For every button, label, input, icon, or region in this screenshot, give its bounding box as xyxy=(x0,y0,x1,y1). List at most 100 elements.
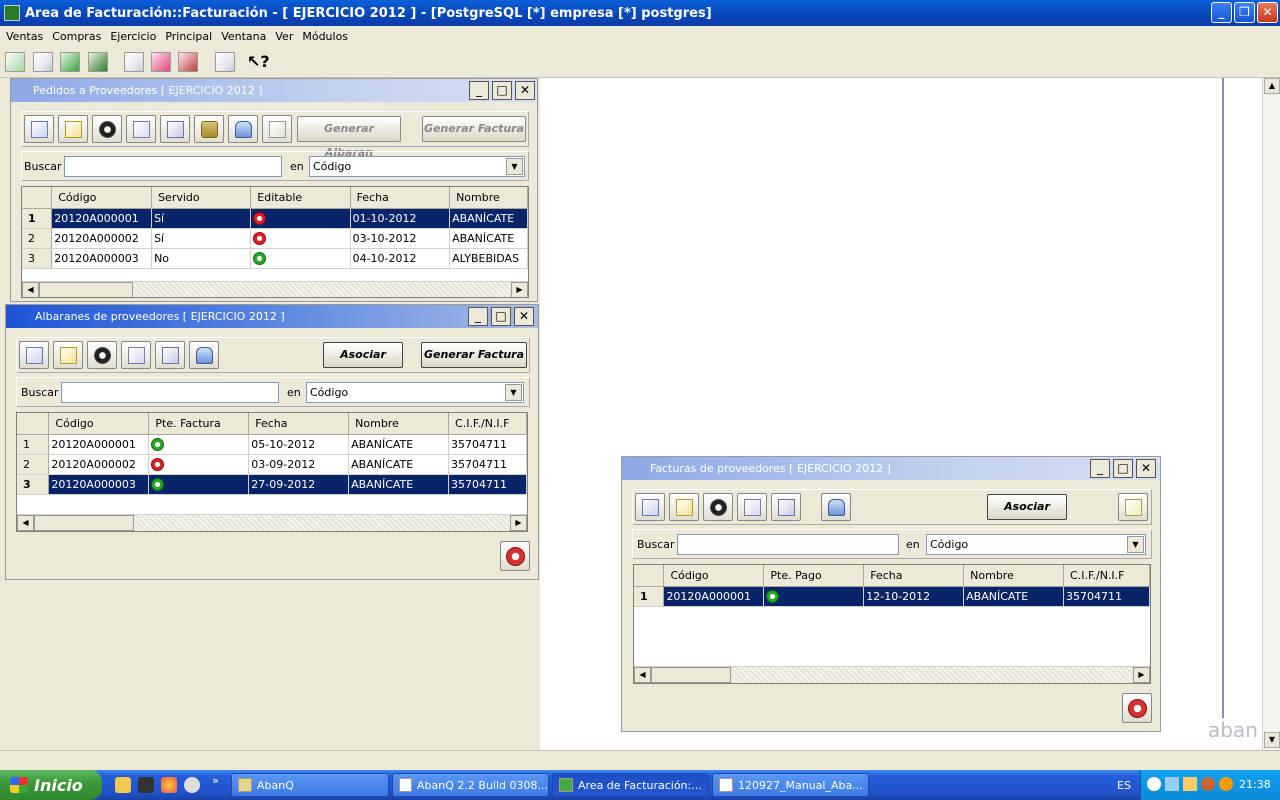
print-button[interactable] xyxy=(228,115,258,143)
facturas-title-bar[interactable]: Facturas de proveedores [ EJERCICIO 2012… xyxy=(622,457,1160,480)
network-icon[interactable] xyxy=(1165,777,1179,791)
cell-fecha[interactable]: 12-10-2012 xyxy=(863,586,965,607)
cell-nombre[interactable]: ABANÍCATE xyxy=(449,228,528,249)
delete-record-button[interactable] xyxy=(87,341,117,369)
cell-pte[interactable] xyxy=(148,434,250,455)
row-number[interactable]: 2 xyxy=(22,228,53,249)
chart-document-icon[interactable] xyxy=(88,52,108,72)
column-header[interactable]: Fecha xyxy=(863,565,965,587)
restore-button[interactable]: ❐ xyxy=(1234,2,1255,23)
albaranes-close-form-button[interactable] xyxy=(500,541,530,571)
view-record-button[interactable] xyxy=(121,341,151,369)
pedidos-search-input[interactable] xyxy=(64,156,282,177)
cell-nombre[interactable]: ABANÍCATE xyxy=(449,208,528,229)
column-header[interactable]: Fecha xyxy=(350,187,451,209)
cell-codigo[interactable]: 20120A000001 xyxy=(48,434,150,455)
tray-app-icon[interactable] xyxy=(1183,777,1197,791)
facturas-search-input[interactable] xyxy=(677,534,899,555)
facturas-field-select[interactable]: Código ▼ xyxy=(926,534,1146,555)
pedidos-hscrollbar[interactable]: ◀ ▶ xyxy=(22,281,528,297)
column-header[interactable]: Pte. Pago xyxy=(763,565,865,587)
generar-factura-button[interactable]: Generar Factura xyxy=(422,116,526,142)
copy-record-button[interactable] xyxy=(155,341,185,369)
column-header[interactable]: Código xyxy=(663,565,765,587)
cell-fecha[interactable]: 05-10-2012 xyxy=(248,434,350,455)
table-row[interactable]: 1 20120A000001 05-10-2012 ABANÍCATE 35704711 xyxy=(17,434,527,455)
column-header[interactable]: Fecha xyxy=(248,413,350,435)
pedidos-maximize-button[interactable]: □ xyxy=(492,81,512,100)
page-button[interactable] xyxy=(262,115,292,143)
table-row[interactable]: 3 20120A000003 No 04-10-2012 ALYBEBIDAS xyxy=(22,248,528,269)
menu-principal[interactable]: Principal xyxy=(165,30,212,43)
scroll-left-icon[interactable]: ◀ xyxy=(17,515,34,531)
cell-editable[interactable] xyxy=(250,228,351,249)
print-button[interactable] xyxy=(821,493,851,521)
cell-pte[interactable] xyxy=(148,474,250,495)
row-number[interactable]: 2 xyxy=(17,454,50,475)
cell-codigo[interactable]: 20120A000003 xyxy=(48,474,150,495)
row-number[interactable]: 1 xyxy=(634,586,665,607)
scroll-right-icon[interactable]: ▶ xyxy=(511,282,528,297)
new-record-button[interactable] xyxy=(24,115,54,143)
cell-cif[interactable]: 35704711 xyxy=(448,474,527,495)
row-number[interactable]: 3 xyxy=(22,248,53,269)
tray-app-icon[interactable] xyxy=(1201,777,1215,791)
terminal-icon[interactable] xyxy=(138,777,154,793)
cell-fecha[interactable]: 27-09-2012 xyxy=(248,474,350,495)
facturas-minimize-button[interactable]: _ xyxy=(1090,459,1110,478)
pink-cube-icon[interactable] xyxy=(151,52,171,72)
cell-nombre[interactable]: ALYBEBIDAS xyxy=(449,248,528,269)
albaranes-table[interactable]: Código Pte. Factura Fecha Nombre C.I.F./… xyxy=(16,412,528,532)
generar-factura-button[interactable]: Generar Factura xyxy=(421,342,527,368)
scroll-thumb[interactable] xyxy=(34,515,134,531)
green-document-icon[interactable] xyxy=(5,52,25,72)
pedidos-table[interactable]: Código Servido Editable Fecha Nombre 1 20… xyxy=(21,186,529,298)
albaranes-minimize-button[interactable]: _ xyxy=(468,307,488,326)
tray-expand-icon[interactable] xyxy=(1147,777,1161,791)
new-record-button[interactable] xyxy=(635,493,665,521)
vertical-scrollbar[interactable]: ▲ ▼ xyxy=(1262,78,1280,750)
cell-codigo[interactable]: 20120A000001 xyxy=(51,208,153,229)
minimize-button[interactable]: _ xyxy=(1211,2,1232,23)
cell-nombre[interactable]: ABANÍCATE xyxy=(963,586,1065,607)
albaranes-close-button[interactable]: ✕ xyxy=(514,307,534,326)
scroll-left-icon[interactable]: ◀ xyxy=(634,667,651,683)
cell-nombre[interactable]: ABANÍCATE xyxy=(348,454,450,475)
lock-button[interactable] xyxy=(194,115,224,143)
table-row[interactable]: 1 20120A000001 Sí 01-10-2012 ABANÍCATE xyxy=(22,208,528,229)
close-button[interactable]: ✕ xyxy=(1257,2,1278,23)
asociar-button[interactable]: Asociar xyxy=(987,494,1067,520)
facturas-maximize-button[interactable]: □ xyxy=(1113,459,1133,478)
cell-servido[interactable]: Sí xyxy=(151,228,252,249)
menu-ver[interactable]: Ver xyxy=(275,30,293,43)
column-header[interactable]: Nombre xyxy=(963,565,1065,587)
task-manual[interactable]: 120927_Manual_Aba... xyxy=(712,773,869,797)
task-abanq-build[interactable]: AbanQ 2.2 Build 0308... xyxy=(392,773,549,797)
cell-fecha[interactable]: 01-10-2012 xyxy=(350,208,451,229)
row-number[interactable]: 1 xyxy=(17,434,50,455)
column-header[interactable]: Código xyxy=(48,413,150,435)
page-icon[interactable] xyxy=(124,52,144,72)
column-header[interactable]: C.I.F./N.I.F xyxy=(1063,565,1150,587)
scroll-left-icon[interactable]: ◀ xyxy=(22,282,39,297)
cell-codigo[interactable]: 20120A000002 xyxy=(51,228,153,249)
cell-cif[interactable]: 35704711 xyxy=(448,434,527,455)
menu-ejercicio[interactable]: Ejercicio xyxy=(110,30,156,43)
task-facturacion[interactable]: Area de Facturación:... xyxy=(552,773,709,797)
row-number[interactable]: 1 xyxy=(22,208,53,229)
edit-record-button[interactable] xyxy=(669,493,699,521)
menu-compras[interactable]: Compras xyxy=(52,30,101,43)
media-icon[interactable] xyxy=(184,777,200,793)
albaranes-field-select[interactable]: Código ▼ xyxy=(306,382,524,403)
table-row[interactable]: 2 20120A000002 Sí 03-10-2012 ABANÍCATE xyxy=(22,228,528,249)
cell-editable[interactable] xyxy=(250,208,351,229)
quicklaunch-icon[interactable] xyxy=(115,777,131,793)
row-number[interactable]: 3 xyxy=(17,474,50,495)
cell-fecha[interactable]: 03-09-2012 xyxy=(248,454,350,475)
asociar-button[interactable]: Asociar xyxy=(323,342,403,368)
cell-pte[interactable] xyxy=(148,454,250,475)
more-chevron[interactable]: » xyxy=(212,774,219,787)
copy-record-button[interactable] xyxy=(160,115,190,143)
cell-fecha[interactable]: 03-10-2012 xyxy=(350,228,451,249)
new-record-button[interactable] xyxy=(19,341,49,369)
